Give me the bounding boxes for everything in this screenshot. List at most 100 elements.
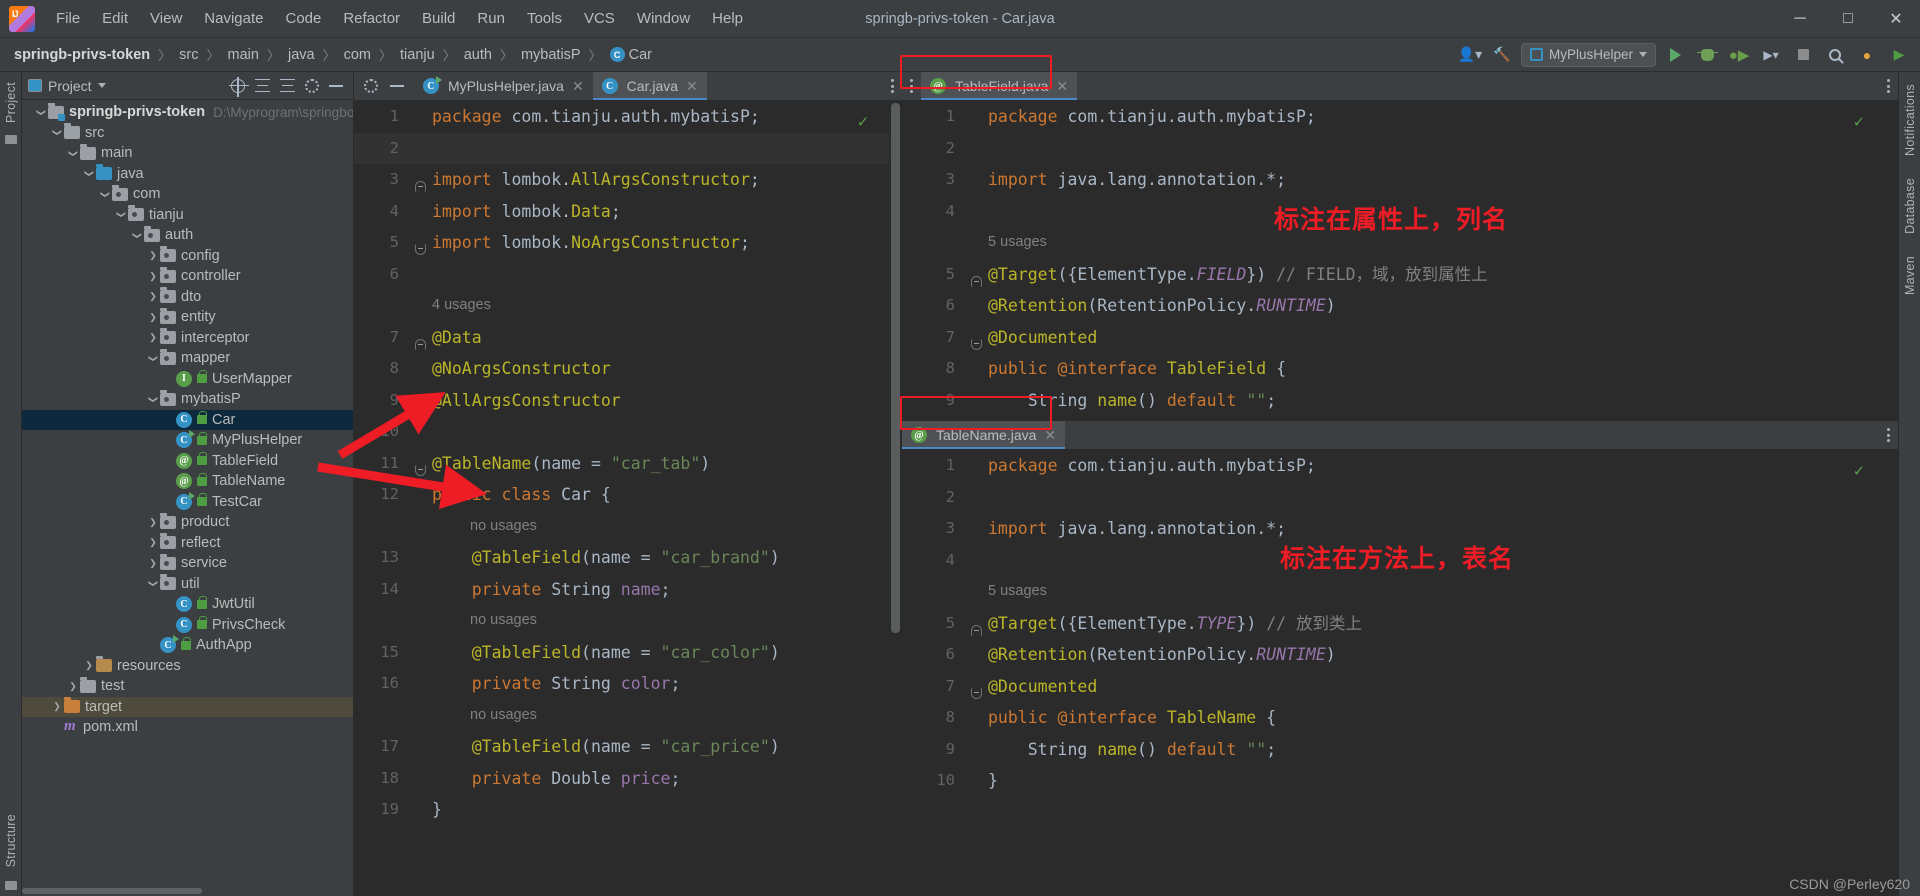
usage-hint[interactable]: no usages xyxy=(354,511,902,543)
chevron-icon[interactable] xyxy=(66,681,80,692)
debug-button[interactable] xyxy=(1694,42,1720,68)
tree-node-com[interactable]: com xyxy=(22,184,353,205)
bookmarks-icon[interactable] xyxy=(4,881,17,890)
code-line[interactable]: 8 public @interface TableName { xyxy=(902,702,1898,734)
menu-navigate[interactable]: Navigate xyxy=(193,0,274,37)
chevron-icon[interactable] xyxy=(50,127,64,138)
tree-node-src[interactable]: src xyxy=(22,123,353,144)
minimize-button[interactable]: ─ xyxy=(1776,0,1824,38)
close-icon[interactable]: ✕ xyxy=(1056,78,1068,95)
code-line[interactable]: 3 import lombok.AllArgsConstructor; xyxy=(354,164,902,196)
breadcrumb-item-car[interactable]: C Car xyxy=(608,45,654,65)
code-line[interactable]: 18 private Double price; xyxy=(354,763,902,795)
tree-node-auth[interactable]: auth xyxy=(22,225,353,246)
code-line[interactable]: 7 @Documented xyxy=(902,322,1898,354)
editor-options-icon-2[interactable] xyxy=(1879,72,1898,100)
code-editor-tablename[interactable]: 1 package com.tianju.auth.mybatisP; 2 3 imp… xyxy=(902,450,1898,896)
usage-hint[interactable]: 4 usages xyxy=(354,290,902,322)
scrollbar-thumb[interactable] xyxy=(891,103,900,633)
tree-node-mybatisp[interactable]: mybatisP xyxy=(22,389,353,410)
code-line[interactable]: 5 @Target({ElementType.FIELD}) // FIELD，域… xyxy=(902,259,1898,291)
tree-node-test[interactable]: test xyxy=(22,676,353,697)
editor-options-icon[interactable] xyxy=(902,72,921,100)
code-line[interactable]: 17 @TableField(name = "car_price") xyxy=(354,731,902,763)
vertical-scrollbar-left[interactable] xyxy=(889,101,902,896)
chevron-icon[interactable] xyxy=(146,558,160,569)
project-tree[interactable]: springb-privs-token D:\Myprogram\springbo… xyxy=(22,100,353,896)
horizontal-scrollbar[interactable] xyxy=(22,888,202,894)
code-line[interactable]: 9 String name() default ""; xyxy=(902,385,1898,417)
select-opened-file-icon[interactable] xyxy=(229,76,249,97)
code-line[interactable]: 9 @AllArgsConstructor xyxy=(354,385,902,417)
code-line[interactable]: 13 @TableField(name = "car_brand") xyxy=(354,542,902,574)
close-icon[interactable]: ✕ xyxy=(1044,427,1056,444)
code-line[interactable]: 10 xyxy=(354,416,902,448)
chevron-icon[interactable] xyxy=(146,291,160,302)
editor-options-icon[interactable] xyxy=(883,72,902,100)
collapse-all-icon[interactable] xyxy=(280,78,295,93)
tree-node-service[interactable]: service xyxy=(22,553,353,574)
menu-bar[interactable]: File Edit View Navigate Code Refactor Bu… xyxy=(45,0,754,37)
folder-icon[interactable] xyxy=(4,135,17,145)
breadcrumb-item-main[interactable]: main xyxy=(226,45,261,65)
chevron-icon[interactable] xyxy=(50,701,64,712)
tree-node-pom-xml[interactable]: m pom.xml xyxy=(22,717,353,738)
code-line[interactable]: 2 xyxy=(902,482,1898,514)
tool-button-notifications[interactable]: Notifications xyxy=(1903,80,1917,160)
fold-marker-icon[interactable] xyxy=(414,464,426,476)
code-line[interactable]: 1 package com.tianju.auth.mybatisP; xyxy=(902,450,1898,482)
breadcrumb[interactable]: springb-privs-token 〉 src 〉 main 〉 java … xyxy=(12,45,654,65)
breadcrumb-item-src[interactable]: src xyxy=(177,45,200,65)
tree-node-authapp[interactable]: C AuthApp xyxy=(22,635,353,656)
search-button[interactable] xyxy=(1822,42,1848,68)
tree-node-util[interactable]: util xyxy=(22,574,353,595)
menu-vcs[interactable]: VCS xyxy=(573,0,626,37)
menu-code[interactable]: Code xyxy=(274,0,332,37)
tree-node-usermapper[interactable]: I UserMapper xyxy=(22,369,353,390)
build-icon[interactable]: 🔨 xyxy=(1489,42,1515,68)
code-line[interactable]: 9 String name() default ""; xyxy=(902,734,1898,766)
chevron-icon[interactable] xyxy=(146,578,160,589)
menu-edit[interactable]: Edit xyxy=(91,0,139,37)
chevron-icon[interactable] xyxy=(146,250,160,261)
chevron-icon[interactable] xyxy=(66,148,80,159)
chevron-icon[interactable] xyxy=(146,394,160,405)
code-line[interactable]: 12 public class Car { xyxy=(354,479,902,511)
breadcrumb-item-auth[interactable]: auth xyxy=(462,45,494,65)
close-icon[interactable]: ✕ xyxy=(686,78,698,95)
run-button[interactable] xyxy=(1662,42,1688,68)
tree-node-tablename[interactable]: @ TableName xyxy=(22,471,353,492)
menu-window[interactable]: Window xyxy=(626,0,701,37)
code-line[interactable]: 3 import java.lang.annotation.*; xyxy=(902,164,1898,196)
code-line[interactable]: 1 package com.tianju.auth.mybatisP; xyxy=(354,101,902,133)
tree-node-privscheck[interactable]: C PrivsCheck xyxy=(22,615,353,636)
hide-panel-icon[interactable] xyxy=(329,84,343,87)
usage-hint[interactable]: no usages xyxy=(354,605,902,637)
menu-refactor[interactable]: Refactor xyxy=(332,0,411,37)
menu-tools[interactable]: Tools xyxy=(516,0,573,37)
hide-editor-icon[interactable] xyxy=(390,85,404,87)
tree-node-tablefield[interactable]: @ TableField xyxy=(22,451,353,472)
breadcrumb-item-java[interactable]: java xyxy=(286,45,317,65)
plugin-button[interactable]: ▶ xyxy=(1886,42,1912,68)
fold-marker-icon[interactable] xyxy=(414,338,426,350)
expand-all-icon[interactable] xyxy=(255,78,270,93)
breadcrumb-item-project[interactable]: springb-privs-token xyxy=(12,45,152,65)
fold-marker-icon[interactable] xyxy=(970,624,982,636)
tab-myplushelper-java[interactable]: C MyPlusHelper.java ✕ xyxy=(414,72,593,100)
tree-node-interceptor[interactable]: interceptor xyxy=(22,328,353,349)
code-line[interactable]: 2 xyxy=(902,133,1898,165)
code-line[interactable]: 5 @Target({ElementType.TYPE}) // 放到类上 xyxy=(902,608,1898,640)
tree-node-car[interactable]: C Car xyxy=(22,409,353,430)
code-line[interactable]: 15 @TableField(name = "car_color") xyxy=(354,637,902,669)
code-line[interactable]: 6 @Retention(RetentionPolicy.RUNTIME) xyxy=(902,639,1898,671)
code-line[interactable]: 10} xyxy=(902,765,1898,797)
close-icon[interactable]: ✕ xyxy=(572,78,584,95)
tree-node-resources[interactable]: resources xyxy=(22,656,353,677)
fold-marker-icon[interactable] xyxy=(970,338,982,350)
maximize-button[interactable]: □ xyxy=(1824,0,1872,38)
tool-button-structure[interactable]: Structure xyxy=(4,810,18,871)
updates-button[interactable]: ● xyxy=(1854,42,1880,68)
code-line[interactable]: 8 @NoArgsConstructor xyxy=(354,353,902,385)
fold-marker-icon[interactable] xyxy=(970,275,982,287)
